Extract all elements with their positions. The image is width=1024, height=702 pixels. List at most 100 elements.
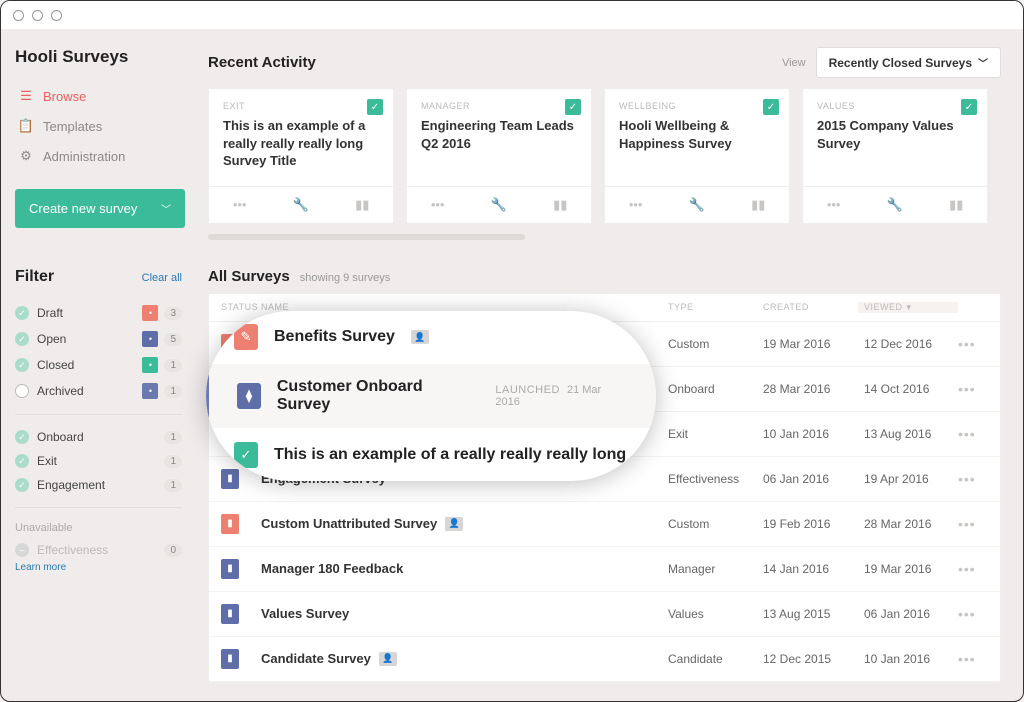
card-more-button[interactable]: ••• [803,187,864,223]
survey-type: Candidate [668,652,763,666]
survey-type: Exit [668,427,763,441]
card-category: VALUES [817,101,973,111]
status-icon: ▮ [221,469,239,489]
nav-templates[interactable]: 📋 Templates [15,111,182,141]
recent-card[interactable]: ✓ EXIT This is an example of a really re… [208,88,394,224]
learn-more-link[interactable]: Learn more [15,562,182,573]
card-settings-button[interactable]: 🔧 [864,187,925,223]
card-chart-button[interactable]: ▮▮ [728,187,789,223]
filter-label: Archived [37,384,84,398]
survey-created: 19 Feb 2016 [763,517,858,531]
count-badge: 1 [164,431,182,444]
survey-viewed: 28 Mar 2016 [858,517,958,531]
filter-type-row[interactable]: ✓ Engagement 1 [15,473,182,497]
nav-label: Templates [43,119,102,134]
row-actions-button[interactable]: ••• [958,336,976,352]
card-name: 2015 Company Values Survey [817,117,973,152]
filter-label: Open [37,332,66,346]
table-row[interactable]: ▮ Manager 180 Feedback Manager 14 Jan 20… [209,547,1000,592]
table-row[interactable]: ▮ Values Survey Values 13 Aug 2015 06 Ja… [209,592,1000,637]
launched-label: LAUNCHED [495,384,560,396]
filter-type-row[interactable]: ✓ Onboard 1 [15,425,182,449]
check-icon: ✓ [367,99,383,115]
filter-status-row[interactable]: ✓ Open • 5 [15,326,182,352]
status-icon: ▮ [221,649,239,669]
clear-all-link[interactable]: Clear all [142,272,182,284]
count-badge: 1 [164,359,182,372]
card-settings-button[interactable]: 🔧 [468,187,529,223]
checkbox-checked-icon[interactable]: ✓ [15,306,29,320]
count-badge: 5 [164,333,182,346]
recent-card[interactable]: ✓ MANAGER Engineering Team Leads Q2 2016… [406,88,592,224]
table-row[interactable]: ▮ Candidate Survey👤 Candidate 12 Dec 201… [209,637,1000,682]
lens-row-long[interactable]: ✓ This is an example of a really really … [206,428,656,481]
filter-label: Closed [37,358,74,372]
nav-browse[interactable]: ☰ Browse [15,81,182,111]
row-actions-button[interactable]: ••• [958,381,976,397]
survey-created: 13 Aug 2015 [763,607,858,621]
chevron-down-icon: ﹀ [978,55,988,70]
app-title: Hooli Surveys [15,47,182,67]
card-chart-button[interactable]: ▮▮ [332,187,393,223]
card-chart-button[interactable]: ▮▮ [926,187,987,223]
filter-label: Exit [37,454,57,468]
clipboard-icon: 📋 [19,118,33,134]
window-dot [32,10,43,21]
card-chart-button[interactable]: ▮▮ [530,187,591,223]
window-dot [51,10,62,21]
card-settings-button[interactable]: 🔧 [270,187,331,223]
filter-status-row[interactable]: ✓ Draft • 3 [15,300,182,326]
row-actions-button[interactable]: ••• [958,471,976,487]
survey-name: Custom Unattributed Survey [261,516,437,531]
status-badge-icon: • [142,357,158,373]
col-status[interactable]: STATUS [221,302,261,313]
survey-created: 10 Jan 2016 [763,427,858,441]
survey-created: 28 Mar 2016 [763,382,858,396]
window-titlebar [1,1,1023,29]
row-actions-button[interactable]: ••• [958,651,976,667]
survey-viewed: 06 Jan 2016 [858,607,958,621]
checkbox-checked-icon[interactable]: ✓ [15,332,29,346]
survey-viewed: 12 Dec 2016 [858,337,958,351]
nav-administration[interactable]: ⚙ Administration [15,141,182,171]
card-settings-button[interactable]: 🔧 [666,187,727,223]
disabled-check-icon: – [15,543,29,557]
horizontal-scrollbar[interactable] [208,234,525,240]
filter-label: Onboard [37,430,84,444]
lens-row-benefits[interactable]: ✎ Benefits Survey 👤 [206,311,656,364]
checkbox-checked-icon[interactable]: ✓ [15,454,29,468]
divider [15,414,182,415]
status-icon: ▮ [221,514,239,534]
count-badge: 1 [164,479,182,492]
check-icon: ✓ [565,99,581,115]
filter-status-row[interactable]: Archived • 1 [15,378,182,404]
checkbox-empty-icon[interactable] [15,384,29,398]
row-actions-button[interactable]: ••• [958,606,976,622]
status-open-icon: ⧫ [237,383,261,409]
col-created[interactable]: CREATED [763,302,858,313]
filter-type-row[interactable]: ✓ Exit 1 [15,449,182,473]
card-more-button[interactable]: ••• [605,187,666,223]
checkbox-checked-icon[interactable]: ✓ [15,430,29,444]
unavailable-label: Unavailable [15,518,182,538]
col-viewed[interactable]: VIEWED ▾ [858,302,958,313]
checkbox-checked-icon[interactable]: ✓ [15,478,29,492]
row-actions-button[interactable]: ••• [958,426,976,442]
table-row[interactable]: ▮ Custom Unattributed Survey👤 Custom 19 … [209,502,1000,547]
card-more-button[interactable]: ••• [209,187,270,223]
survey-type: Custom [668,337,763,351]
recent-card[interactable]: ✓ WELLBEING Hooli Wellbeing & Happiness … [604,88,790,224]
person-badge-icon: 👤 [445,517,463,531]
col-type[interactable]: TYPE [668,302,763,313]
create-survey-button[interactable]: Create new survey ﹀ [15,189,185,228]
recent-card[interactable]: ✓ VALUES 2015 Company Values Survey ••• … [802,88,988,224]
card-more-button[interactable]: ••• [407,187,468,223]
filter-status-row[interactable]: ✓ Closed • 1 [15,352,182,378]
row-actions-button[interactable]: ••• [958,516,976,532]
survey-name: Values Survey [261,606,349,621]
card-name: This is an example of a really really re… [223,117,379,170]
lens-row-onboard[interactable]: ⧫ Customer Onboard Survey LAUNCHED 21 Ma… [206,364,656,428]
checkbox-checked-icon[interactable]: ✓ [15,358,29,372]
row-actions-button[interactable]: ••• [958,561,976,577]
view-dropdown[interactable]: Recently Closed Surveys ﹀ [816,47,1001,78]
